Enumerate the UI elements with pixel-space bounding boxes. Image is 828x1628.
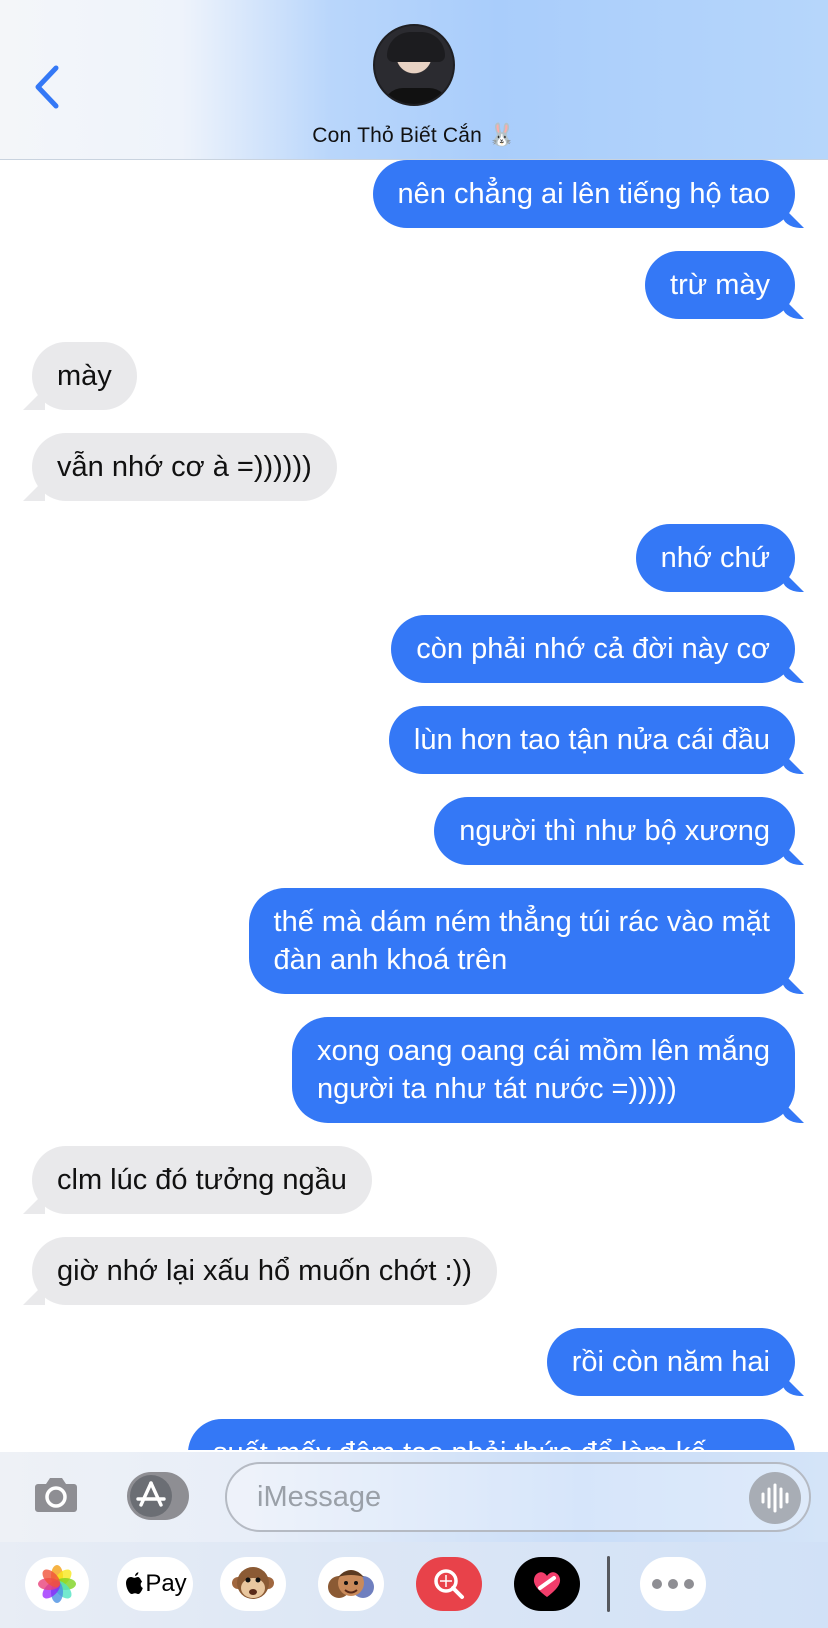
incoming-message[interactable]: clm lúc đó tưởng ngầu (32, 1146, 372, 1214)
camera-icon[interactable] (32, 1472, 80, 1516)
message-line: đàn anh khoá trên (273, 944, 508, 976)
message-thread[interactable]: nên chẳng ai lên tiếng hộ tao trừ mày mà… (0, 160, 828, 1450)
avatar-hair (387, 32, 445, 62)
incoming-message[interactable]: vẫn nhớ cơ à =)))))) (32, 433, 337, 501)
photos-app-icon[interactable] (25, 1557, 89, 1611)
bunny-emoji-icon: 🐰 (488, 122, 516, 147)
outgoing-message[interactable]: xong oang oang cái mồm lên mắng người ta… (291, 1017, 795, 1123)
avatar-shirt (383, 88, 449, 104)
imessage-input[interactable]: iMessage (225, 1462, 811, 1532)
message-line: người ta như tát nước =))))) (316, 1073, 677, 1105)
animoji-monkey-icon[interactable] (220, 1557, 286, 1611)
outgoing-message[interactable]: người thì như bộ xương (434, 797, 795, 865)
conversation-header: Con Thỏ Biết Cắn 🐰 (0, 0, 828, 160)
outgoing-message[interactable]: suốt mấy đêm tao phải thức để làm kế (188, 1419, 795, 1450)
contact-avatar[interactable] (373, 24, 455, 106)
drawer-divider (607, 1556, 610, 1612)
digital-touch-heart-icon[interactable] (514, 1557, 580, 1611)
apple-pay-label: Pay (145, 1570, 187, 1597)
audio-waveform-icon[interactable] (749, 1472, 801, 1524)
outgoing-message[interactable]: nhớ chứ (635, 524, 795, 592)
outgoing-message[interactable]: nên chẳng ai lên tiếng hộ tao (372, 160, 795, 228)
apple-pay-icon[interactable]: Pay (117, 1557, 193, 1611)
incoming-message[interactable]: mày (32, 342, 137, 410)
contact-name-text: Con Thỏ Biết Cắn (312, 124, 483, 147)
back-chevron-icon[interactable] (30, 62, 70, 112)
app-drawer: Pay (0, 1542, 828, 1628)
memoji-stickers-icon[interactable] (318, 1557, 384, 1611)
more-apps-icon[interactable] (640, 1557, 706, 1611)
contact-name[interactable]: Con Thỏ Biết Cắn 🐰 (0, 122, 828, 148)
outgoing-message[interactable]: thế mà dám ném thẳng túi rác vào mặt đàn… (248, 888, 795, 994)
incoming-message[interactable]: giờ nhớ lại xấu hổ muốn chớt :)) (32, 1237, 497, 1305)
message-line: xong oang oang cái mồm lên mắng (316, 1035, 770, 1067)
compose-bar: iMessage (0, 1452, 828, 1542)
message-line: thế mà dám ném thẳng túi rác vào mặt (273, 906, 770, 938)
outgoing-message[interactable]: lùn hơn tao tận nửa cái đầu (388, 706, 795, 774)
app-store-icon[interactable] (127, 1472, 189, 1520)
image-search-icon[interactable] (416, 1557, 482, 1611)
outgoing-message[interactable]: còn phải nhớ cả đời này cơ (391, 615, 795, 683)
apple-logo-icon (126, 1572, 144, 1594)
outgoing-message[interactable]: trừ mày (645, 251, 795, 319)
outgoing-message[interactable]: rồi còn năm hai (546, 1328, 795, 1396)
input-placeholder: iMessage (257, 1481, 382, 1513)
